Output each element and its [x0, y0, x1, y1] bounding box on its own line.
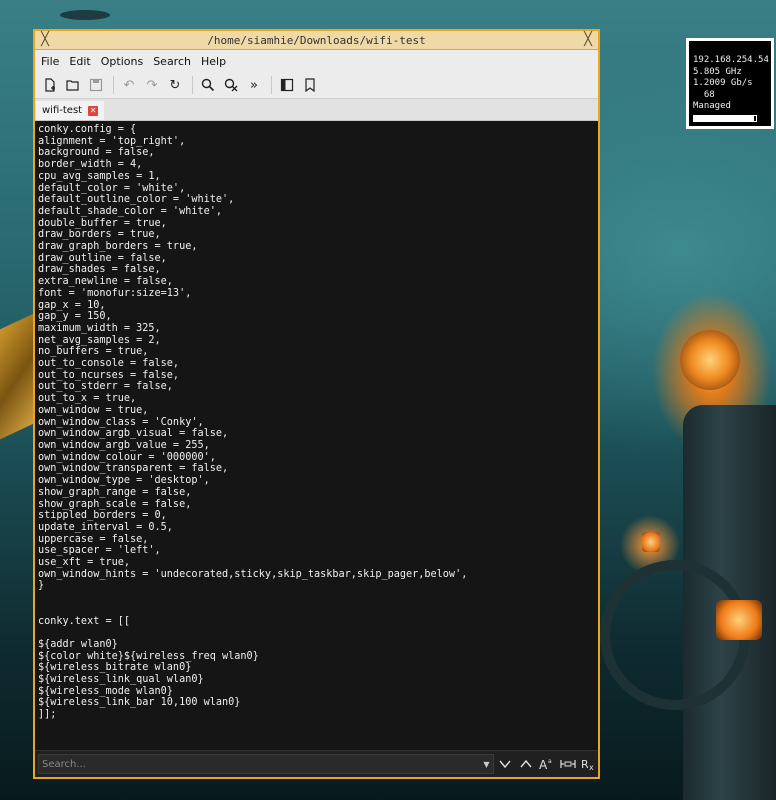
conky-wireless-freq: 5.805 GHz	[693, 66, 742, 77]
search-history-dropdown-icon[interactable]: ▼	[483, 760, 489, 769]
conky-ip-address: 192.168.254.54	[693, 55, 769, 65]
wallpaper-lantern-small	[642, 532, 660, 552]
reload-icon[interactable]: ↻	[166, 76, 184, 94]
menu-help[interactable]: Help	[201, 55, 226, 68]
code-editor[interactable]: conky.config = { alignment = 'top_right'…	[35, 121, 598, 750]
find-next-icon[interactable]	[497, 755, 515, 773]
menu-bar: File Edit Options Search Help	[35, 50, 598, 72]
toolbar-separator	[271, 76, 272, 94]
sidebar-icon[interactable]	[278, 76, 296, 94]
window-title: /home/siamhie/Downloads/wifi-test	[207, 33, 426, 47]
conky-link-bar	[693, 114, 757, 122]
menu-search[interactable]: Search	[153, 55, 191, 68]
title-bar[interactable]: ╳ /home/siamhie/Downloads/wifi-test ╳	[35, 31, 598, 50]
conky-wireless-mode: Managed	[693, 101, 731, 111]
new-file-icon[interactable]	[41, 76, 59, 94]
menu-edit[interactable]: Edit	[69, 55, 90, 68]
bookmark-icon[interactable]	[301, 76, 319, 94]
wallpaper-lantern-lower	[716, 600, 762, 640]
svg-text:a: a	[548, 758, 552, 765]
replace-icon[interactable]	[222, 76, 240, 94]
wallpaper-gear	[600, 560, 750, 710]
conky-wireless-bitrate: 1.2009 Gb/s	[693, 78, 753, 88]
toolbar-separator	[113, 76, 114, 94]
conky-link-bar-fill	[694, 115, 754, 121]
wallpaper-lantern	[680, 330, 740, 390]
svg-text:x: x	[589, 763, 594, 771]
code-content[interactable]: conky.config = { alignment = 'top_right'…	[38, 124, 598, 721]
open-folder-icon[interactable]	[64, 76, 82, 94]
window-close-right-icon[interactable]: ╳	[581, 33, 595, 47]
menu-options[interactable]: Options	[101, 55, 143, 68]
redo-icon[interactable]: ↷	[143, 76, 161, 94]
svg-text:R: R	[581, 758, 589, 771]
undo-icon[interactable]: ↶	[120, 76, 138, 94]
jump-icon[interactable]: »	[245, 76, 263, 94]
whole-word-icon[interactable]	[559, 755, 577, 773]
conky-widget: 192.168.254.54 5.805 GHz 1.2009 Gb/s 68 …	[686, 38, 774, 129]
tab-close-icon[interactable]: ✕	[88, 105, 99, 116]
editor-window: ╳ /home/siamhie/Downloads/wifi-test ╳ Fi…	[33, 29, 600, 779]
svg-text:A: A	[539, 758, 548, 771]
save-icon[interactable]	[87, 76, 105, 94]
find-icon[interactable]	[199, 76, 217, 94]
tab-label: wifi-test	[42, 105, 83, 116]
toolbar-separator	[192, 76, 193, 94]
search-box[interactable]: ▼	[38, 754, 494, 774]
toolbar: ↶ ↷ ↻ »	[35, 72, 598, 99]
wallpaper-lighthouse-tower	[683, 405, 776, 800]
search-input[interactable]	[39, 757, 474, 771]
menu-file[interactable]: File	[41, 55, 59, 68]
wallpaper-submarine	[60, 10, 110, 20]
match-case-icon[interactable]: Aa	[538, 755, 556, 773]
search-bar: ▼ Aa Rx	[35, 750, 598, 777]
window-close-left-icon[interactable]: ╳	[38, 33, 52, 47]
regex-icon[interactable]: Rx	[580, 755, 598, 773]
conky-link-quality: 68	[693, 89, 715, 100]
find-previous-icon[interactable]	[517, 755, 535, 773]
tab-bar: wifi-test ✕	[35, 99, 598, 121]
tab-wifi-test[interactable]: wifi-test ✕	[36, 101, 105, 120]
